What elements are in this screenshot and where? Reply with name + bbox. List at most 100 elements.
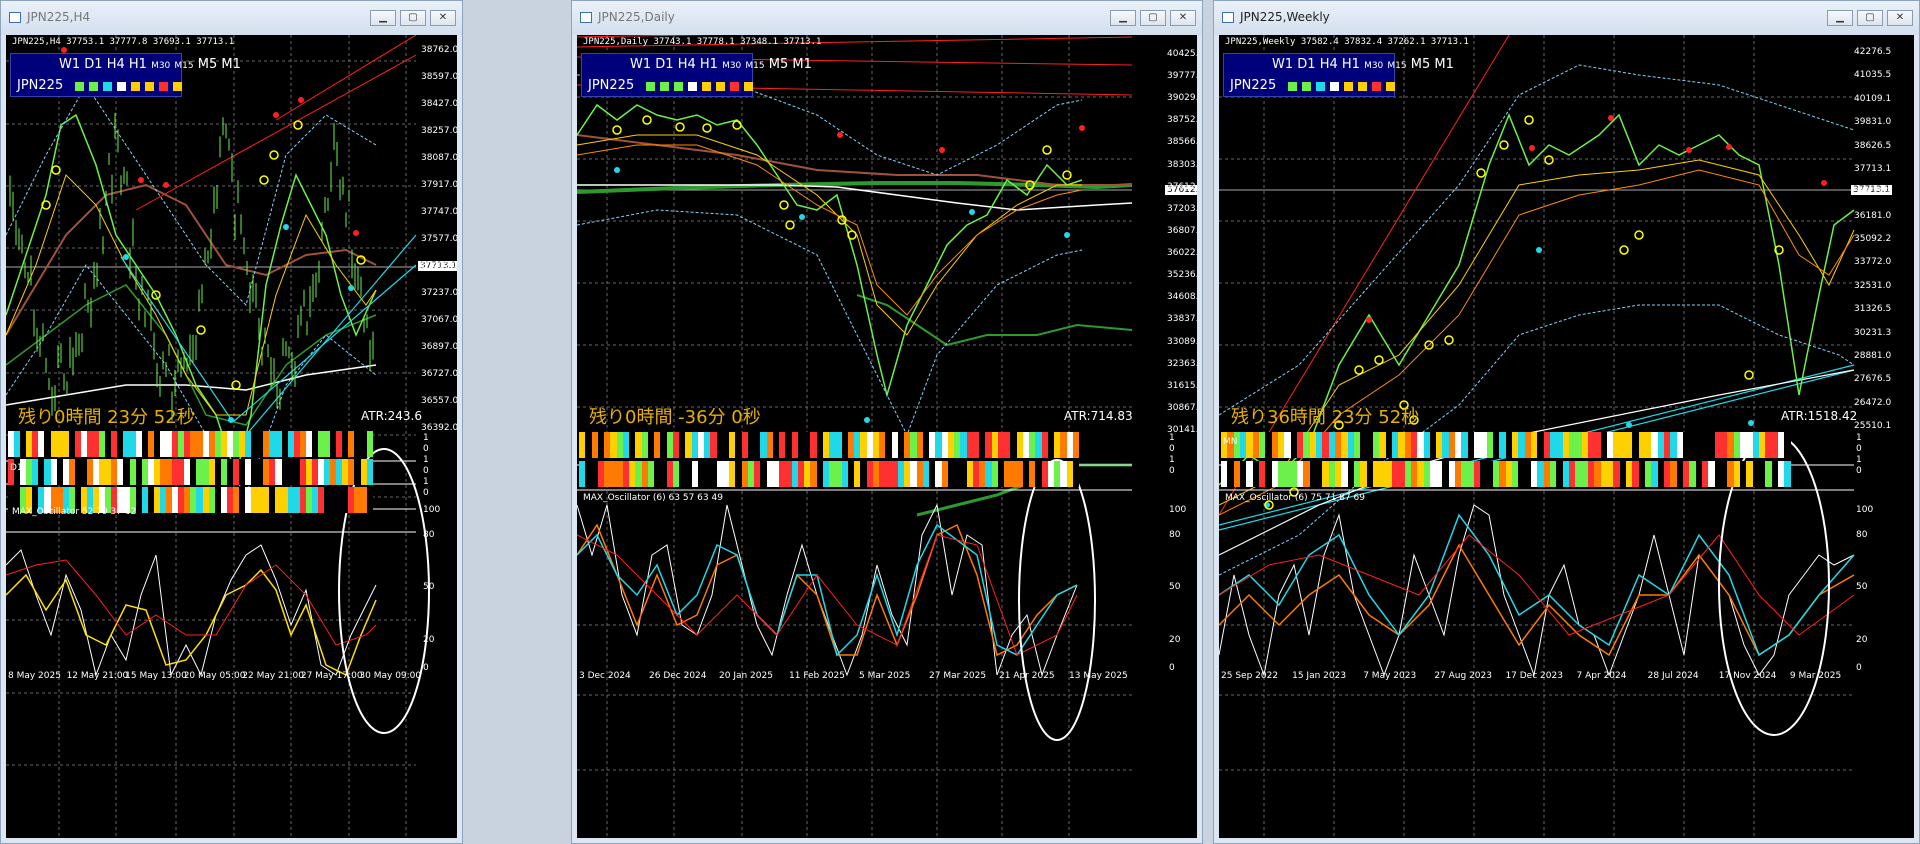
atr-value: ATR:243.6 [361,409,422,423]
signal-row-1 [1221,432,1791,458]
chart-window-icon [9,12,21,23]
time-label: 27 Aug 2023 [1434,671,1492,681]
signal-row-level: 1 [1856,433,1862,443]
signal-row-level: 0 [423,444,429,454]
time-label: 20 May 05:00 [183,671,246,681]
time-label: 17 Dec 2023 [1505,671,1563,681]
time-label: 21 Apr 2025 [999,671,1055,681]
timeframe-panel: W1 D1 H4 H1 M30 M15 M5 M1 JPN225 [581,53,812,97]
chart-window-icon [580,12,592,23]
window-title: JPN225,H4 [27,10,91,24]
signal-row-level: 0 [423,488,429,498]
oscillator-level: 80 [1169,530,1181,540]
time-label: 17 Nov 2024 [1718,671,1777,681]
time-label: 27 Mar 2025 [929,671,987,681]
minimize-button[interactable]: ▁ [1827,10,1853,26]
remaining-time: 残り0時間 23分 52秒 [18,407,195,428]
signal-row-level: 1 [423,433,429,443]
oscillator-level: 80 [423,530,435,540]
price-label: 25510.1 [1854,421,1892,431]
chart-area[interactable]: JPN225,Weekly 37582.4 37832.4 37262.1 37… [1219,35,1914,838]
price-label: 36897.0 [421,342,457,352]
symbol-label: JPN225 [17,78,64,93]
chart-window-icon [1222,12,1234,23]
symbol-label: JPN225 [588,78,635,93]
oscillator-label: MAX_Oscillator 52 79 37 62 [12,507,137,517]
price-label: 36807.0 [1167,225,1197,236]
price-label: 33089.0 [1167,336,1197,347]
close-button[interactable]: ✕ [430,10,456,26]
time-label: 7 May 2023 [1363,671,1417,681]
time-label: 12 May 21:00 [66,671,129,681]
price-label: 40109.1 [1854,93,1892,104]
chart-area[interactable]: JPN225,Daily 37743.1 37778.1 37348.1 377… [577,35,1197,838]
price-label: 38626.5 [1854,140,1892,151]
maximize-button[interactable]: ▢ [1140,10,1166,26]
price-label: 36727.0 [421,369,457,379]
signal-row-level: 0 [1169,466,1175,476]
oscillator-label: MAX_Oscillator (6) 63 57 63 49 [583,493,723,503]
oscillator-level: 20 [1169,635,1181,645]
time-label: 13 May 2025 [1069,671,1128,681]
price-label: 37237.0 [421,288,457,298]
price-label: 26472.0 [1854,397,1892,408]
time-label: 9 Mar 2025 [1789,671,1842,681]
price-label: 33772.0 [1854,257,1892,268]
window-title: JPN225,Weekly [1240,10,1330,24]
close-button[interactable]: ✕ [1170,10,1196,26]
oscillator-level: 50 [423,582,435,592]
chart-window-weekly[interactable]: JPN225,Weekly ▁ ▢ ✕ JPN225,Weekly 37582.… [1213,0,1920,844]
signal-row-level: 1 [423,455,429,465]
chart-window-daily[interactable]: JPN225,Daily ▁ ▢ ✕ JPN225,Daily 37743.1 … [571,0,1203,844]
price-label: 41035.5 [1854,70,1892,81]
signal-row-level: 1 [1169,455,1175,465]
time-label: 20 Jan 2025 [719,671,773,681]
price-label: 38597.0 [421,72,457,82]
timeframe-list: W1 D1 H4 H1 M30 M15 M5 M1 [1272,57,1454,72]
oscillator-level: 100 [423,505,441,515]
time-label: 5 Mar 2025 [859,671,911,681]
price-label: 38752.9 [1167,115,1197,126]
price-label: 36022.4 [1167,248,1197,259]
price-label: 31326.5 [1854,304,1892,315]
price-label: 38257.0 [421,126,457,136]
close-button[interactable]: ✕ [1887,10,1913,26]
signal-row-1 [8,431,373,457]
signal-row-level: 0 [1856,466,1862,476]
time-label: 27 May 17:00 [300,671,363,681]
title-bar[interactable]: JPN225,Weekly ▁ ▢ ✕ [1214,1,1919,35]
price-label: 37713.1 [1854,163,1892,174]
remaining-time: 残り0時間 -36分 0秒 [589,407,761,428]
title-bar[interactable]: JPN225,H4 ▁ ▢ ✕ [1,1,462,35]
maximize-button[interactable]: ▢ [400,10,426,26]
price-label: 28881.0 [1854,350,1892,361]
price-label: 37067.0 [421,315,457,325]
signal-row-1 [579,432,1079,458]
chart-header: JPN225,Weekly 37582.4 37832.4 37262.1 37… [1225,37,1469,47]
time-label: 7 Apr 2024 [1576,671,1627,681]
time-label: 15 May 13:00 [125,671,187,681]
time-label: 15 Jan 2023 [1292,671,1347,681]
price-label: 38566.5 [1167,137,1197,148]
price-label: 36181.0 [1854,210,1892,221]
timeframe-panel: W1 D1 H4 H1 M30 M15 M5 M1 JPN225 [1223,53,1454,97]
minimize-button[interactable]: ▁ [1110,10,1136,26]
price-label: 38762.0 [421,45,457,55]
signal-row-2 [1221,461,1791,487]
atr-value: ATR:714.83 [1064,409,1133,423]
price-label: 34608.5 [1167,292,1197,303]
oscillator-level: 0 [1856,663,1862,673]
oscillator-level: 20 [1856,635,1868,645]
title-bar[interactable]: JPN225,Daily ▁ ▢ ✕ [572,1,1202,35]
price-label: 32363.0 [1167,358,1197,369]
price-label: 38087.0 [421,153,457,163]
price-label: 37612.3 [1167,181,1197,192]
chart-area[interactable]: JPN225,H4 37753.1 37777.8 37693.1 37713.… [6,35,457,838]
chart-window-h4[interactable]: JPN225,H4 ▁ ▢ ✕ JPN225,H4 37753.1 37777.… [0,0,463,844]
timeframe-panel: W1 D1 H4 H1 M30 M15 M5 M1 JPN225 [10,53,241,97]
window-title: JPN225,Daily [598,10,675,24]
signal-row-2 [8,459,373,485]
signal-row-level: 1 [1856,455,1862,465]
maximize-button[interactable]: ▢ [1857,10,1883,26]
minimize-button[interactable]: ▁ [370,10,396,26]
